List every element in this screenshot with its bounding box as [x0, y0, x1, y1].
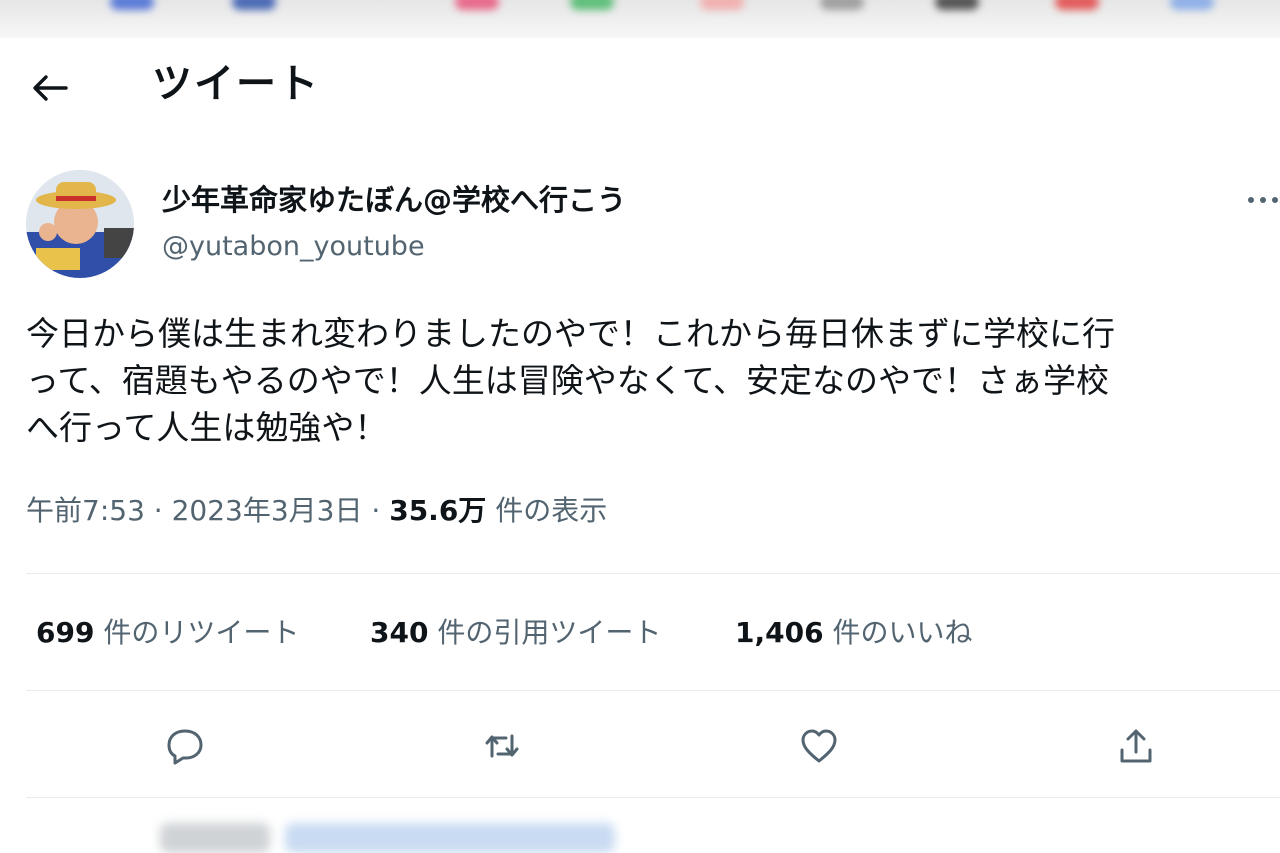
page-header: ツイート — [0, 38, 1280, 138]
blurred-tab-icon — [110, 0, 154, 10]
blurred-tab-icon — [455, 0, 499, 10]
tweet-date[interactable]: 2023年3月3日 — [172, 494, 363, 527]
quotes-count: 340 — [370, 616, 429, 649]
retweets-count: 699 — [36, 616, 95, 649]
retweet-icon — [485, 734, 519, 758]
blurred-tab-icon — [232, 0, 276, 10]
blurred-tab-icon — [700, 0, 744, 10]
views-count: 35.6万 — [389, 494, 487, 527]
likes-label: 件のいいね — [832, 616, 973, 649]
more-dot-icon — [1272, 197, 1278, 203]
more-dot-icon — [1248, 197, 1254, 203]
blurred-tab-icon — [935, 0, 979, 10]
retweets-label: 件のリツイート — [103, 616, 300, 649]
blurred-tab-icon — [820, 0, 864, 10]
quotes-stat[interactable]: 340 件の引用ツイート — [370, 612, 661, 654]
meta-separator: · — [371, 494, 381, 527]
likes-stat[interactable]: 1,406 件のいいね — [735, 612, 973, 654]
retweets-stat[interactable]: 699 件のリツイート — [36, 612, 299, 654]
author-handle[interactable]: @yutabon_youtube — [162, 228, 425, 266]
divider — [26, 797, 1280, 798]
blurred-tab-icon — [1055, 0, 1099, 10]
author-display-name[interactable]: 少年革命家ゆたぼん@学校へ行こう — [162, 180, 626, 220]
reply-button[interactable] — [161, 722, 209, 770]
tweet-text-line: 今日から僕は生まれ変わりましたのやで！これから毎日休まずに学校に行 — [26, 314, 1115, 353]
more-options-button[interactable] — [1248, 185, 1280, 213]
tweet-meta: 午前7:53 · 2023年3月3日 · 35.6万 件の表示 — [26, 490, 607, 532]
blurred-top-bar — [0, 0, 1280, 38]
more-dot-icon — [1260, 197, 1266, 203]
tweet-text: 今日から僕は生まれ変わりましたのやで！これから毎日休まずに学校に行 って、宿題も… — [26, 310, 1280, 451]
blurred-reply-preview — [160, 823, 270, 853]
share-icon — [1120, 729, 1152, 763]
tweet-time[interactable]: 午前7:53 — [26, 494, 145, 527]
blurred-reply-preview — [285, 823, 615, 853]
like-button[interactable] — [795, 722, 843, 770]
tweet-text-line: って、宿題もやるのやで！人生は冒険やなくて、安定なのやで！さぁ学校 — [26, 361, 1110, 400]
divider — [26, 690, 1280, 691]
avatar-image — [26, 170, 134, 278]
page-title: ツイート — [152, 61, 320, 107]
tweet-text-line: へ行って人生は勉強や！ — [26, 408, 388, 447]
arrow-left-icon — [33, 75, 68, 101]
avatar[interactable] — [26, 170, 134, 278]
reply-icon — [167, 729, 203, 765]
views-label: 件の表示 — [495, 494, 608, 527]
likes-count: 1,406 — [735, 616, 824, 649]
meta-separator: · — [153, 494, 163, 527]
like-icon — [801, 729, 837, 763]
blurred-tab-icon — [1170, 0, 1214, 10]
blurred-tab-icon — [570, 0, 614, 10]
back-button[interactable] — [22, 64, 78, 112]
divider — [26, 573, 1280, 574]
quotes-label: 件の引用ツイート — [437, 616, 662, 649]
retweet-button[interactable] — [478, 722, 526, 770]
share-button[interactable] — [1112, 722, 1160, 770]
